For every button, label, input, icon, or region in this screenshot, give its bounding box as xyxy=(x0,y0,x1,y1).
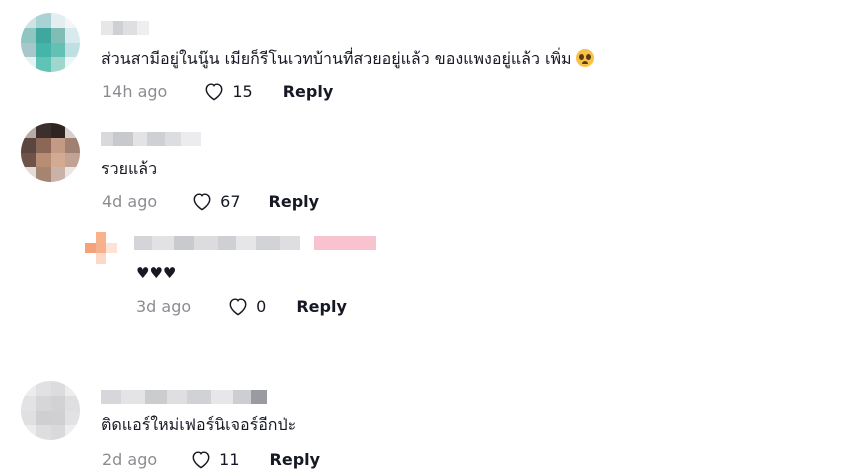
comment-text: รวยแล้ว xyxy=(101,159,158,178)
timestamp: 3d ago xyxy=(136,296,192,316)
avatar[interactable] xyxy=(21,381,80,440)
avatar[interactable] xyxy=(85,232,117,264)
like-count: 15 xyxy=(232,81,253,101)
comment-text: ส่วนสามีอยู่ในนู๊น เมียก็รีโนเวทบ้านที่ส… xyxy=(101,49,594,69)
username[interactable] xyxy=(101,390,267,404)
username[interactable] xyxy=(101,132,201,146)
comment-actions: 14h ago 15 Reply xyxy=(102,79,333,103)
like-count: 11 xyxy=(219,449,240,469)
timestamp: 2d ago xyxy=(102,449,158,469)
comment-actions: 2d ago 11 Reply xyxy=(102,447,320,471)
like-button[interactable]: 15 xyxy=(203,81,253,101)
comment-text: ♥♥♥ xyxy=(136,264,177,282)
timestamp: 4d ago xyxy=(102,191,158,211)
reply-button[interactable]: Reply xyxy=(270,450,321,469)
like-button[interactable]: 0 xyxy=(227,296,266,316)
like-button[interactable]: 67 xyxy=(191,191,241,211)
reply-button[interactable]: Reply xyxy=(283,82,334,101)
pleading-face-emoji xyxy=(575,49,594,67)
heart-outline-icon xyxy=(229,298,247,316)
avatar[interactable] xyxy=(21,13,80,72)
heart-outline-icon xyxy=(205,83,223,101)
username[interactable] xyxy=(101,21,149,35)
like-button[interactable]: 11 xyxy=(190,449,240,469)
heart-outline-icon xyxy=(192,451,210,469)
avatar[interactable] xyxy=(21,123,80,182)
username[interactable] xyxy=(134,236,376,250)
reply-button[interactable]: Reply xyxy=(296,297,347,316)
reply-button[interactable]: Reply xyxy=(269,192,320,211)
timestamp: 14h ago xyxy=(102,81,168,101)
like-count: 0 xyxy=(256,296,267,316)
like-count: 67 xyxy=(220,191,241,211)
comment-actions: 4d ago 67 Reply xyxy=(102,189,319,213)
heart-outline-icon xyxy=(193,193,211,211)
comment-text: ติดแอร์ใหม่เฟอร์นิเจอร์อีกป่ะ xyxy=(101,415,297,434)
comment-actions: 3d ago 0 Reply xyxy=(136,294,347,318)
